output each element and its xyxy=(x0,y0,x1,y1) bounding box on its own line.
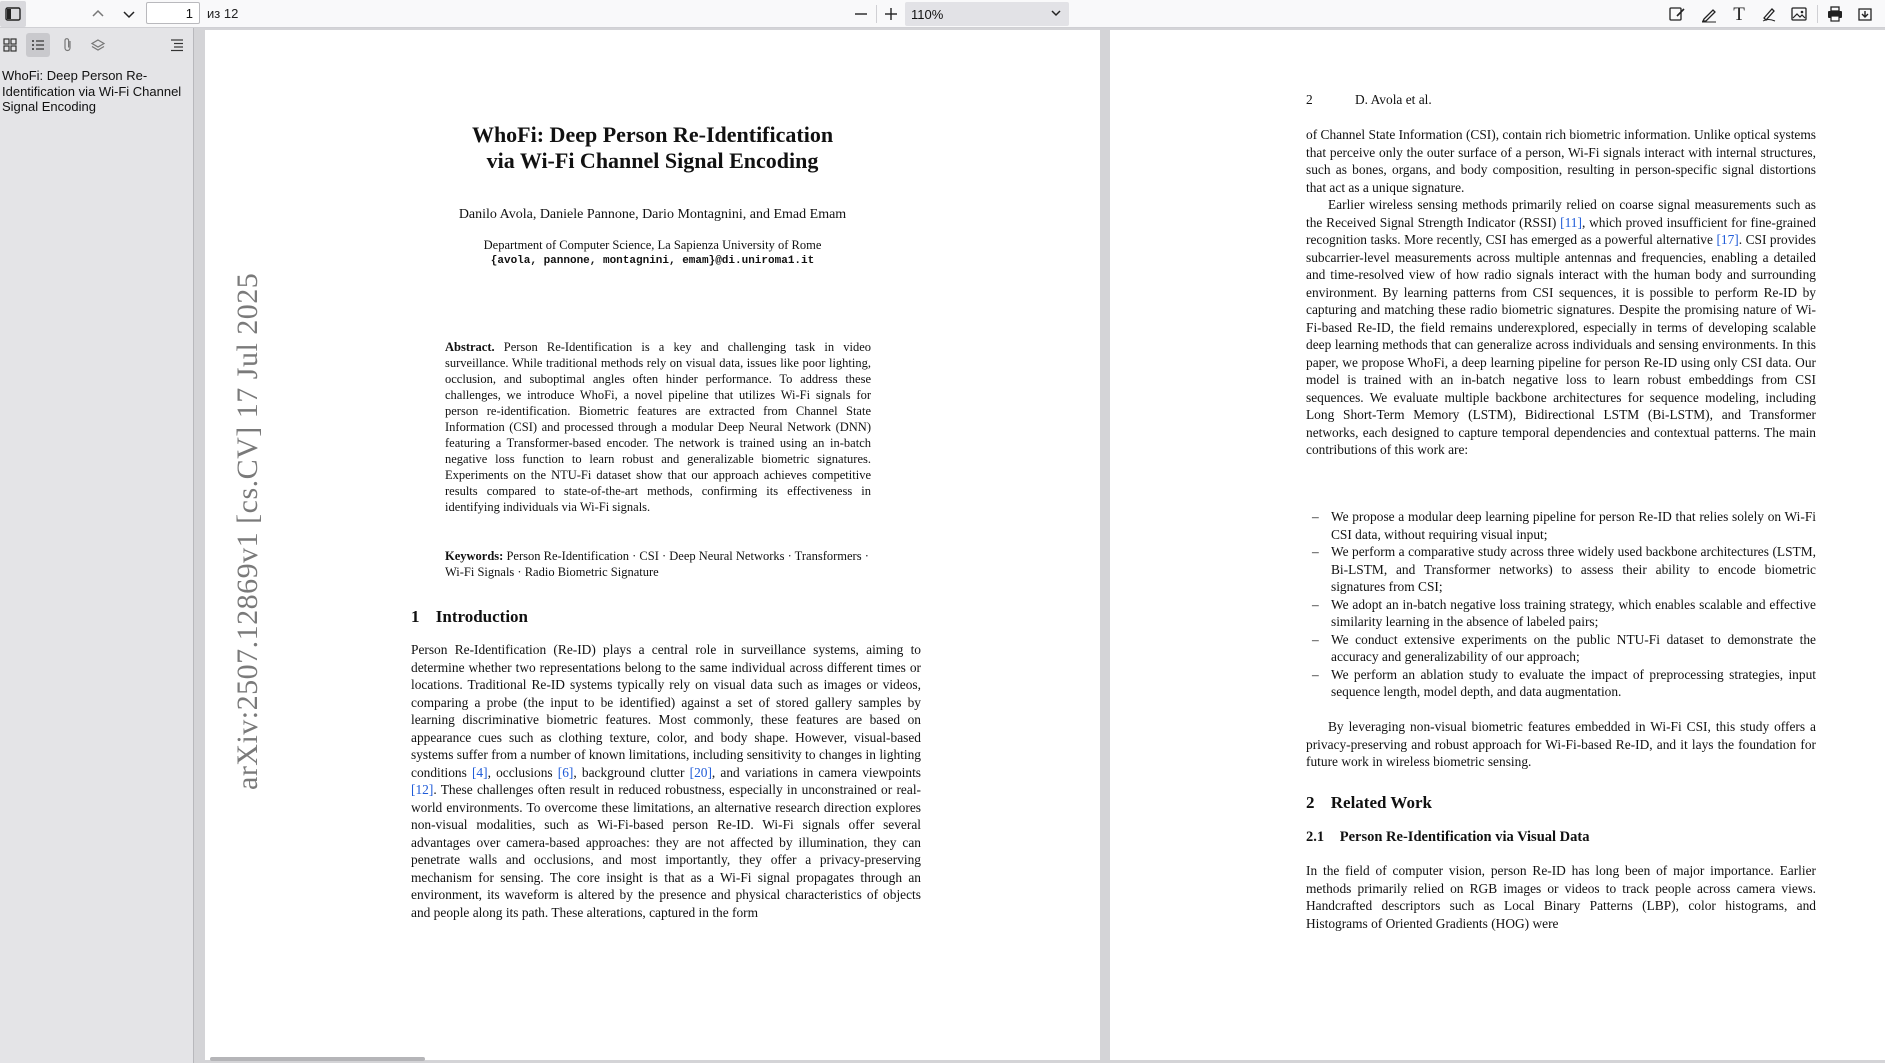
paragraph-text: , background clutter xyxy=(573,764,690,780)
subsection-number: 2.1 xyxy=(1306,829,1325,845)
subsection-heading: 2.1 Person Re-Identification via Visual … xyxy=(1306,829,1589,846)
paper-title-line: WhoFi: Deep Person Re-Identification xyxy=(471,122,834,147)
toolbar: из 12 110% T xyxy=(0,0,1885,28)
paragraph-text: . CSI provides subcarrier-level measurem… xyxy=(1306,232,1817,457)
list-item: We conduct extensive experiments on the … xyxy=(1306,631,1816,666)
next-page-icon[interactable] xyxy=(116,1,142,27)
zoom-out-icon[interactable] xyxy=(848,1,874,27)
layers-icon[interactable] xyxy=(86,33,110,57)
affiliation-text: Department of Computer Science, La Sapie… xyxy=(483,238,822,252)
thumbnails-icon[interactable] xyxy=(0,33,22,57)
draw-icon[interactable] xyxy=(1696,1,1722,27)
abstract-text: Person Re-Identification is a key and ch… xyxy=(445,340,871,514)
body-paragraph: In the field of computer vision, person … xyxy=(1306,863,1816,931)
zoom-select[interactable]: 110% xyxy=(905,2,1069,26)
zoom-value: 110% xyxy=(911,7,944,22)
keywords-label: Keywords: xyxy=(445,549,504,563)
attachments-icon[interactable] xyxy=(56,33,80,57)
contributions-list: We propose a modular deep learning pipel… xyxy=(1306,508,1816,701)
ink-icon[interactable] xyxy=(1756,1,1782,27)
body-paragraph: By leveraging non-visual biometric featu… xyxy=(1306,719,1816,769)
section-number: 2 xyxy=(1306,793,1315,812)
subsection-title: Person Re-Identification via Visual Data xyxy=(1339,829,1590,845)
section-title: Related Work xyxy=(1330,793,1432,812)
section-number: 1 xyxy=(411,607,420,626)
page-number: 2 xyxy=(1306,92,1313,107)
list-item: We propose a modular deep learning pipel… xyxy=(1306,508,1816,543)
running-head: D. Avola et al. xyxy=(1355,92,1432,107)
author-list: Danilo Avola, Daniele Pannone, Dario Mon… xyxy=(458,207,847,222)
sidebar-toolbar xyxy=(0,28,194,62)
previous-page-icon[interactable] xyxy=(85,1,111,27)
citation-link[interactable]: [17] xyxy=(1716,232,1738,247)
save-icon[interactable] xyxy=(1852,1,1878,27)
citation-link[interactable]: [12] xyxy=(411,782,433,797)
toolbar-divider xyxy=(1817,5,1818,23)
page-count-label: из 12 xyxy=(207,6,239,21)
citation-link[interactable]: [20] xyxy=(690,765,712,780)
list-item: We adopt an in-batch negative loss train… xyxy=(1306,596,1816,631)
highlight-icon[interactable] xyxy=(1664,1,1690,27)
citation-link[interactable]: [4] xyxy=(472,765,488,780)
paragraph-text: . These challenges often result in reduc… xyxy=(411,782,921,920)
sidebar-toggle-icon[interactable] xyxy=(0,1,26,27)
list-item: We perform an ablation study to evaluate… xyxy=(1306,666,1816,701)
image-icon[interactable] xyxy=(1786,1,1812,27)
outline-icon[interactable] xyxy=(26,33,50,57)
keywords: Keywords: Person Re-Identification · CSI… xyxy=(445,548,871,580)
body-paragraph: Earlier wireless sensing methods primari… xyxy=(1306,196,1816,459)
paper-title-line: via Wi-Fi Channel Signal Encoding xyxy=(486,148,819,173)
current-outline-item-icon[interactable] xyxy=(165,33,189,57)
section-title: Introduction xyxy=(435,607,529,626)
paper-title: WhoFi: Deep Person Re-Identification via… xyxy=(205,122,1100,174)
text-icon[interactable]: T xyxy=(1726,1,1752,27)
body-paragraph: of Channel State Information (CSI), cont… xyxy=(1306,127,1816,195)
paragraph-text: , occlusions xyxy=(487,764,558,780)
print-icon[interactable] xyxy=(1822,1,1848,27)
section-heading: 1 Introduction xyxy=(411,607,528,627)
abstract: Abstract. Person Re-Identification is a … xyxy=(445,339,871,515)
introduction-paragraph: Person Re-Identification (Re-ID) plays a… xyxy=(411,641,921,921)
paragraph-text: Person Re-Identification (Re-ID) plays a… xyxy=(411,642,921,780)
pdf-page-1: WhoFi: Deep Person Re-Identification via… xyxy=(205,30,1100,1060)
citation-link[interactable]: [11] xyxy=(1560,215,1582,230)
paragraph-text: , and variations in camera viewpoints xyxy=(711,764,921,780)
section-heading: 2 Related Work xyxy=(1306,793,1432,813)
chevron-down-icon xyxy=(1051,10,1061,17)
horizontal-scrollbar[interactable] xyxy=(210,1057,425,1061)
toolbar-divider xyxy=(876,5,877,23)
abstract-label: Abstract. xyxy=(445,340,495,354)
affiliation: Department of Computer Science, La Sapie… xyxy=(205,237,1100,269)
citation-link[interactable]: [6] xyxy=(558,765,574,780)
document-viewer[interactable]: WhoFi: Deep Person Re-Identification via… xyxy=(195,28,1885,1063)
arxiv-stamp: arXiv:2507.12869v1 [cs.CV] 17 Jul 2025 xyxy=(231,272,264,790)
list-item: We perform a comparative study across th… xyxy=(1306,543,1816,596)
page-number-input[interactable] xyxy=(146,2,200,24)
author-emails: {avola, pannone, montagnini, emam}@di.un… xyxy=(490,255,815,267)
outline-item[interactable]: WhoFi: Deep Person Re-Identification via… xyxy=(2,68,190,115)
zoom-in-icon[interactable] xyxy=(878,1,904,27)
keywords-text: Person Re-Identification · CSI · Deep Ne… xyxy=(445,549,869,579)
sidebar: WhoFi: Deep Person Re-Identification via… xyxy=(0,28,194,1063)
pdf-page-2: 2 D. Avola et al. of Channel State Infor… xyxy=(1110,30,1885,1060)
